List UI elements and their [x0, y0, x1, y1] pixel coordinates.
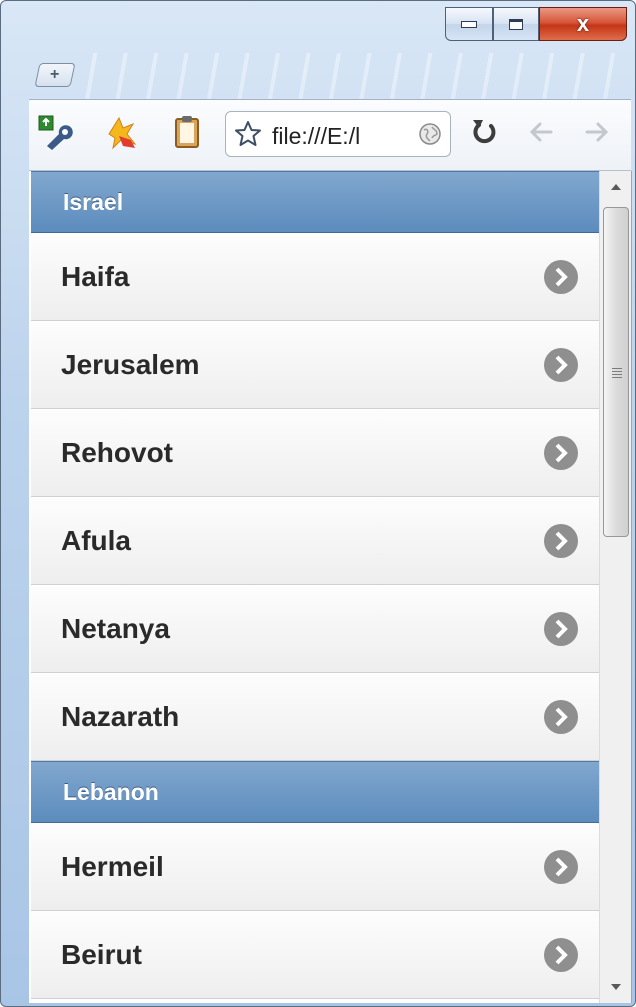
chevron-right-icon	[544, 436, 578, 470]
title-bar[interactable]: x	[1, 1, 635, 49]
plus-icon: +	[50, 66, 60, 83]
clipboard-extension-icon[interactable]	[169, 114, 205, 150]
scroll-thumb[interactable]	[603, 207, 629, 537]
chevron-right-icon	[544, 524, 578, 558]
new-tab-button[interactable]: +	[34, 63, 76, 87]
wrench-extension-icon[interactable]	[37, 114, 73, 150]
chevron-right-icon	[544, 348, 578, 382]
list-item-label: Jerusalem	[61, 349, 200, 380]
close-icon: x	[576, 11, 590, 36]
list-item-label: Haifa	[61, 261, 130, 292]
chevron-right-icon	[544, 260, 578, 294]
chevron-right-icon	[544, 850, 578, 884]
bookmark-star-icon[interactable]	[234, 120, 262, 148]
list-divider-lebanon: Lebanon	[31, 761, 599, 823]
browser-window: x + file:///E:/l Israel Haifa Jerusalem …	[0, 0, 636, 1007]
arrow-down-icon	[611, 984, 621, 990]
forward-arrow-icon[interactable]	[579, 114, 615, 150]
tab-strip: +	[31, 47, 627, 99]
list-item[interactable]: Hermeil	[31, 823, 599, 911]
star-burst-extension-icon[interactable]	[103, 114, 139, 150]
arrow-up-icon	[611, 184, 621, 190]
list-item[interactable]: Nazarath	[31, 673, 599, 761]
list-item[interactable]: Netanya	[31, 585, 599, 673]
minimize-button[interactable]	[445, 7, 493, 41]
list-item-label: Rehovot	[61, 437, 173, 468]
list-item-label: Afula	[61, 525, 131, 556]
city-list: Israel Haifa Jerusalem Rehovot Afula Net…	[31, 171, 599, 999]
list-item[interactable]: Rehovot	[31, 409, 599, 497]
address-bar[interactable]: file:///E:/l	[225, 111, 451, 157]
back-arrow-icon[interactable]	[523, 114, 559, 150]
chevron-right-icon	[544, 700, 578, 734]
scroll-down-button[interactable]	[600, 971, 631, 1003]
page-content: Israel Haifa Jerusalem Rehovot Afula Net…	[29, 171, 632, 1003]
maximize-button[interactable]	[493, 7, 539, 41]
scroll-up-button[interactable]	[600, 171, 631, 203]
list-item-label: Hermeil	[61, 851, 164, 882]
list-item-label: Nazarath	[61, 701, 180, 732]
divider-label: Israel	[63, 188, 124, 215]
vertical-scrollbar[interactable]	[599, 171, 631, 1003]
list-item[interactable]: Haifa	[31, 233, 599, 321]
address-text[interactable]: file:///E:/l	[272, 123, 360, 150]
list-divider-israel: Israel	[31, 171, 599, 233]
list-item[interactable]: Beirut	[31, 911, 599, 999]
divider-label: Lebanon	[63, 778, 159, 805]
reload-icon[interactable]	[467, 114, 503, 150]
window-controls: x	[445, 7, 627, 43]
close-button[interactable]: x	[539, 7, 627, 41]
browser-toolbar: file:///E:/l	[29, 99, 631, 171]
list-item[interactable]: Jerusalem	[31, 321, 599, 409]
chevron-right-icon	[544, 938, 578, 972]
list-item-label: Beirut	[61, 939, 142, 970]
list-item[interactable]: Afula	[31, 497, 599, 585]
grip-icon	[612, 368, 622, 378]
list-item-label: Netanya	[61, 613, 170, 644]
minimize-icon	[461, 20, 477, 28]
chevron-right-icon	[544, 612, 578, 646]
maximize-icon	[509, 18, 523, 30]
tab-strip-background	[75, 53, 615, 99]
globe-icon	[419, 123, 441, 145]
